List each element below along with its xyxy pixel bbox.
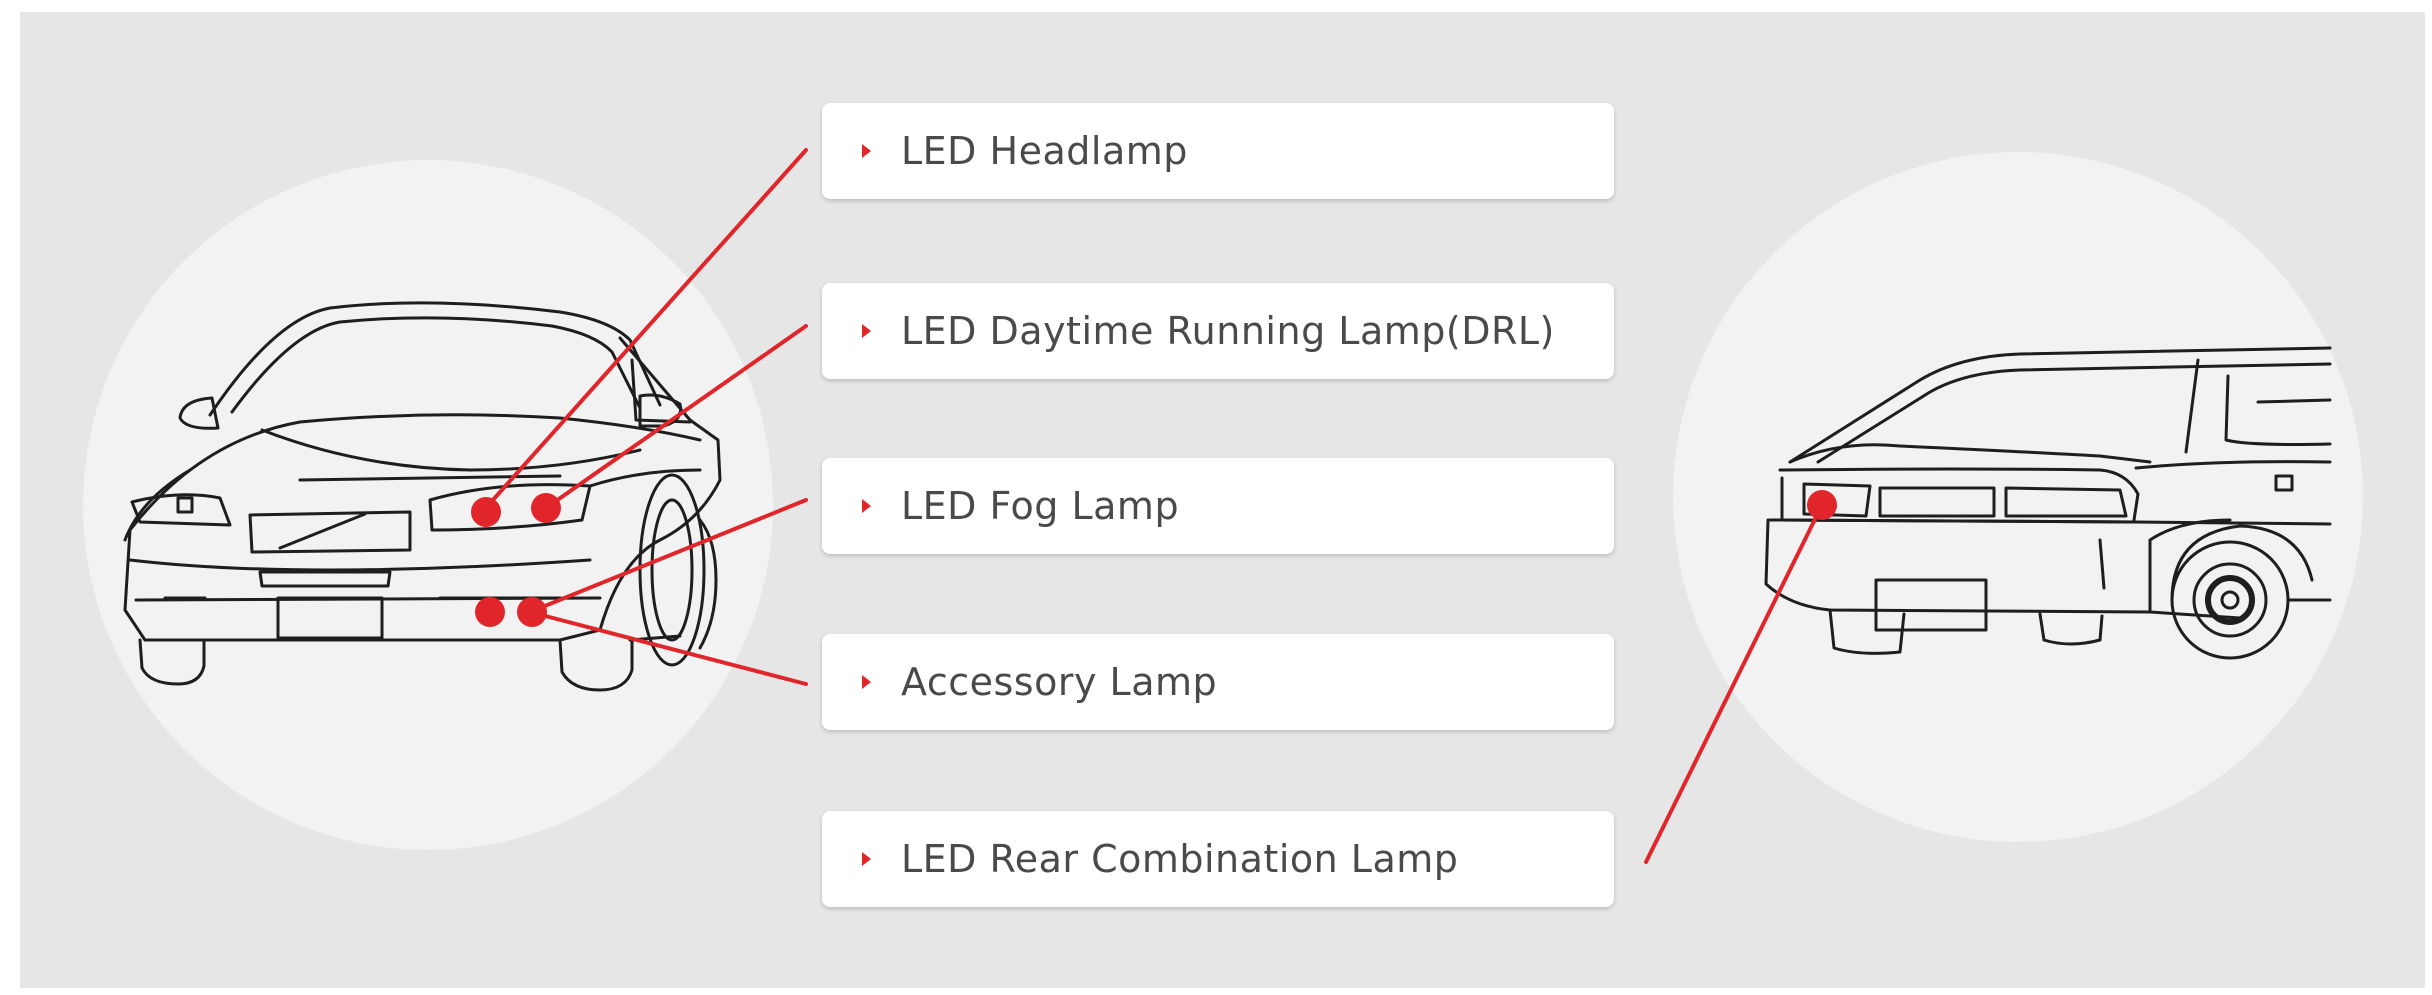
bullet-icon (862, 499, 871, 513)
accessory-lamp-marker (517, 597, 547, 627)
bullet-icon (862, 324, 871, 338)
label-text: LED Headlamp (901, 129, 1188, 173)
front-car-circle (83, 160, 773, 850)
label-led-rear-combination-lamp[interactable]: LED Rear Combination Lamp (822, 811, 1614, 907)
headlamp-marker (471, 497, 501, 527)
label-led-drl[interactable]: LED Daytime Running Lamp(DRL) (822, 283, 1614, 379)
bullet-icon (862, 852, 871, 866)
label-text: LED Fog Lamp (901, 484, 1180, 528)
bullet-icon (862, 675, 871, 689)
bullet-icon (862, 144, 871, 158)
fog-lamp-marker (475, 597, 505, 627)
drl-marker (531, 493, 561, 523)
rear-lamp-marker (1807, 490, 1837, 520)
rear-car-circle (1673, 152, 2363, 842)
label-text: LED Rear Combination Lamp (901, 837, 1459, 881)
label-text: Accessory Lamp (901, 660, 1218, 704)
label-text: LED Daytime Running Lamp(DRL) (901, 309, 1555, 353)
label-led-fog-lamp[interactable]: LED Fog Lamp (822, 458, 1614, 554)
diagram: LED Headlamp LED Daytime Running Lamp(DR… (0, 0, 2432, 995)
label-accessory-lamp[interactable]: Accessory Lamp (822, 634, 1614, 730)
label-led-headlamp[interactable]: LED Headlamp (822, 103, 1614, 199)
